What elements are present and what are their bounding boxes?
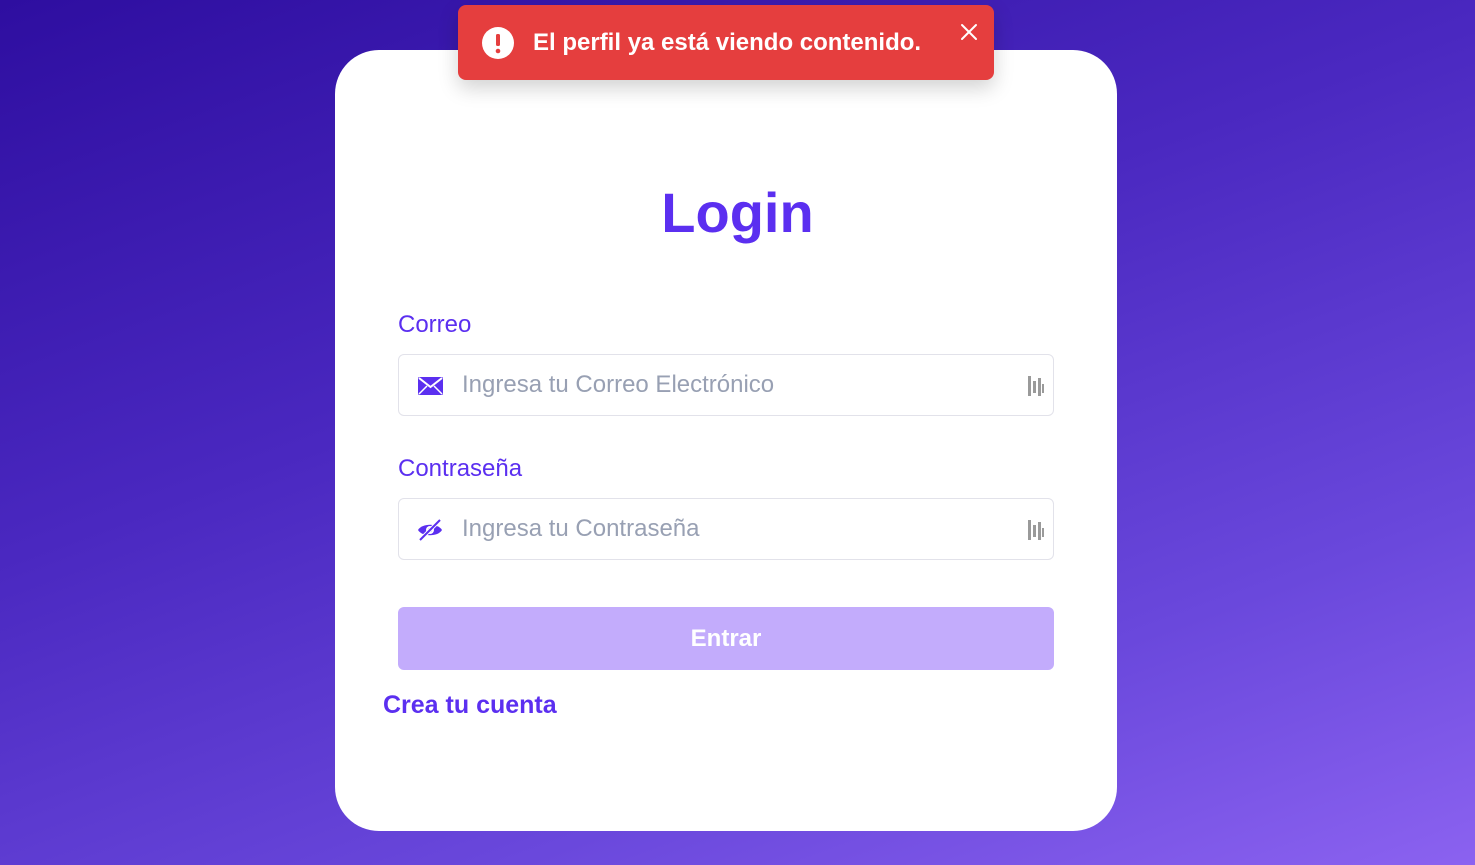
password-field-container (398, 498, 1054, 560)
submit-button[interactable]: Entrar (398, 607, 1054, 670)
password-manager-icon[interactable] (1027, 519, 1045, 541)
toast-message: El perfil ya está viendo contenido. (533, 29, 922, 56)
email-label: Correo (398, 311, 472, 338)
create-account-link[interactable]: Crea tu cuenta (383, 690, 557, 720)
email-field-container (398, 354, 1054, 416)
error-toast: El perfil ya está viendo contenido. (458, 5, 994, 80)
alert-circle-icon (482, 27, 514, 59)
mail-icon (415, 373, 445, 399)
eye-off-icon[interactable] (415, 517, 445, 543)
password-manager-icon[interactable] (1027, 375, 1045, 397)
password-label: Contraseña (398, 455, 523, 482)
page-title: Login (661, 181, 814, 244)
email-input[interactable] (462, 365, 1002, 405)
password-input[interactable] (462, 509, 1002, 549)
close-icon[interactable] (956, 19, 982, 45)
